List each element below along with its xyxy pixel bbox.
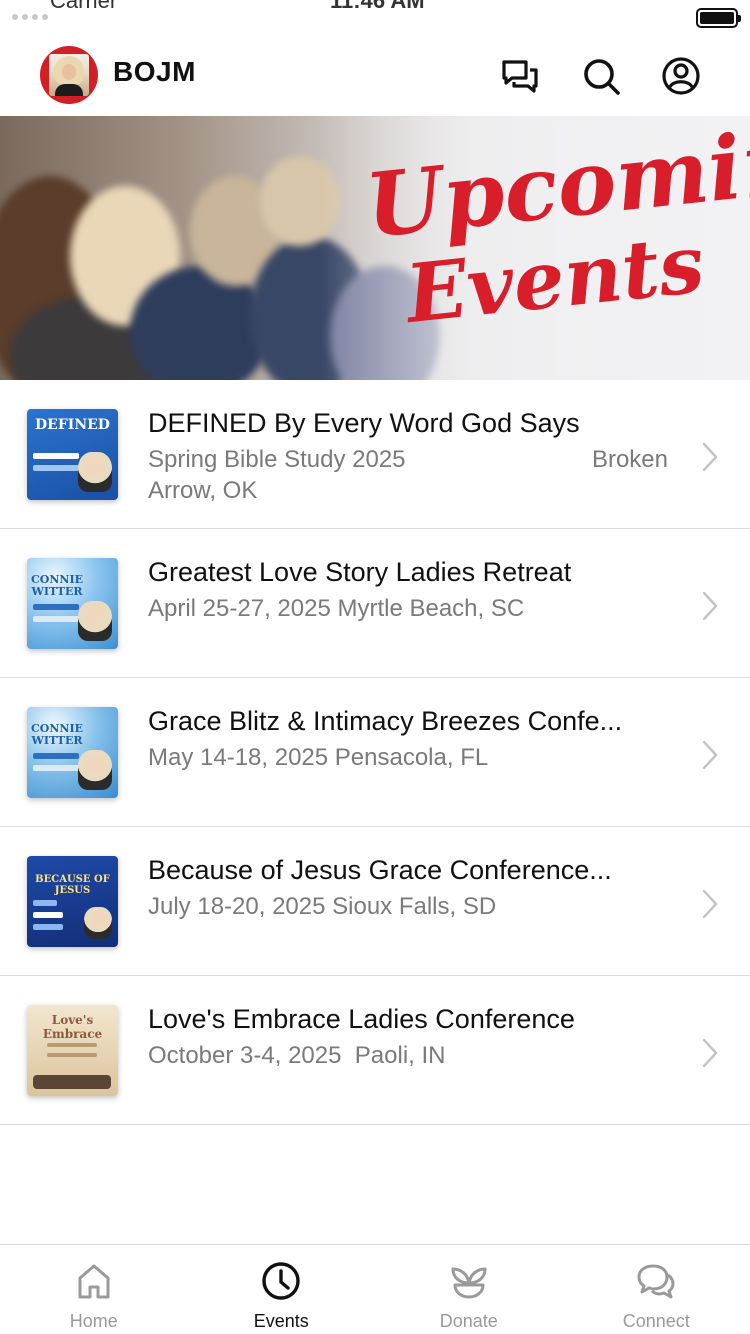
brand-avatar[interactable] (40, 46, 98, 104)
clock-icon (262, 1262, 300, 1300)
chat-bubbles-icon (637, 1264, 675, 1299)
chevron-right-icon (700, 591, 720, 621)
chevron-right-icon (700, 1038, 720, 1068)
tab-donate-label: Donate (439, 1311, 498, 1331)
upcoming-events-banner: Upcoming Events (0, 116, 750, 380)
thumbnail-caption: DEFINED (35, 417, 110, 433)
event-title: Love's Embrace Ladies Conference (148, 1004, 575, 1034)
banner-heading: Upcoming Events (361, 116, 750, 342)
event-thumbnail: CONNIE WITTER (27, 707, 118, 798)
event-location: Arrow, OK (148, 477, 258, 504)
status-time: 11:46 AM (330, 0, 425, 13)
app-header: BOJM (0, 30, 750, 116)
event-list: DEFINED DEFINED By Every Word God Says B… (0, 380, 750, 1125)
app-title: BOJM (113, 56, 196, 87)
event-title: DEFINED By Every Word God Says (148, 408, 580, 438)
carrier-label: Carrier (50, 0, 118, 13)
event-subtitle: October 3-4, 2025 Paoli, IN (148, 1042, 446, 1069)
event-row[interactable]: Love's Embrace Love's Embrace Ladies Con… (0, 976, 750, 1125)
event-subtitle: Broken Spring Bible Study 2025 Arrow, OK (148, 444, 668, 506)
event-row[interactable]: DEFINED DEFINED By Every Word God Says B… (0, 380, 750, 529)
tab-connect-label: Connect (622, 1311, 690, 1331)
thumbnail-caption: CONNIE WITTER (31, 722, 83, 747)
event-subtitle: May 14-18, 2025 Pensacola, FL (148, 744, 489, 771)
tab-home-label: Home (69, 1311, 118, 1331)
thumbnail-caption: BECAUSE OF JESUS (35, 874, 110, 896)
event-subtitle: July 18-20, 2025 Sioux Falls, SD (148, 893, 497, 920)
event-thumbnail: BECAUSE OF JESUS (27, 856, 118, 947)
search-icon[interactable] (581, 56, 621, 96)
event-title: Because of Jesus Grace Conference... (148, 855, 612, 885)
account-icon[interactable] (661, 56, 701, 96)
chevron-right-icon (700, 889, 720, 919)
event-row[interactable]: CONNIE WITTER Grace Blitz & Intimacy Bre… (0, 678, 750, 827)
thumbnail-caption: CONNIE WITTER (31, 573, 83, 598)
bottom-tab-bar: Home Events Donate Connect (0, 1244, 750, 1334)
home-icon (78, 1264, 110, 1299)
chevron-right-icon (700, 740, 720, 770)
event-thumbnail: DEFINED (27, 409, 118, 500)
messages-icon[interactable] (500, 56, 540, 96)
tab-donate[interactable]: Donate (375, 1245, 563, 1334)
event-title: Greatest Love Story Ladies Retreat (148, 557, 572, 587)
plant-icon (451, 1267, 487, 1299)
event-row[interactable]: CONNIE WITTER Greatest Love Story Ladies… (0, 529, 750, 678)
thumbnail-caption: Love's Embrace (42, 1013, 103, 1041)
tab-connect[interactable]: Connect (563, 1245, 750, 1334)
tab-events[interactable]: Events (188, 1245, 376, 1334)
signal-strength-icon (12, 14, 48, 20)
tab-events-label: Events (253, 1311, 309, 1331)
tab-home[interactable]: Home (0, 1245, 188, 1334)
event-subtitle: April 25-27, 2025 Myrtle Beach, SC (148, 595, 525, 622)
battery-icon (696, 8, 741, 28)
event-location-right: Broken (591, 446, 668, 473)
status-bar: Carrier 11:46 AM (0, 0, 750, 30)
event-row[interactable]: BECAUSE OF JESUS Because of Jesus Grace … (0, 827, 750, 976)
event-thumbnail: CONNIE WITTER (27, 558, 118, 649)
chevron-right-icon (700, 442, 720, 472)
event-date: Spring Bible Study 2025 (148, 446, 406, 473)
event-thumbnail: Love's Embrace (27, 1005, 118, 1096)
event-title: Grace Blitz & Intimacy Breezes Confe... (148, 706, 623, 736)
